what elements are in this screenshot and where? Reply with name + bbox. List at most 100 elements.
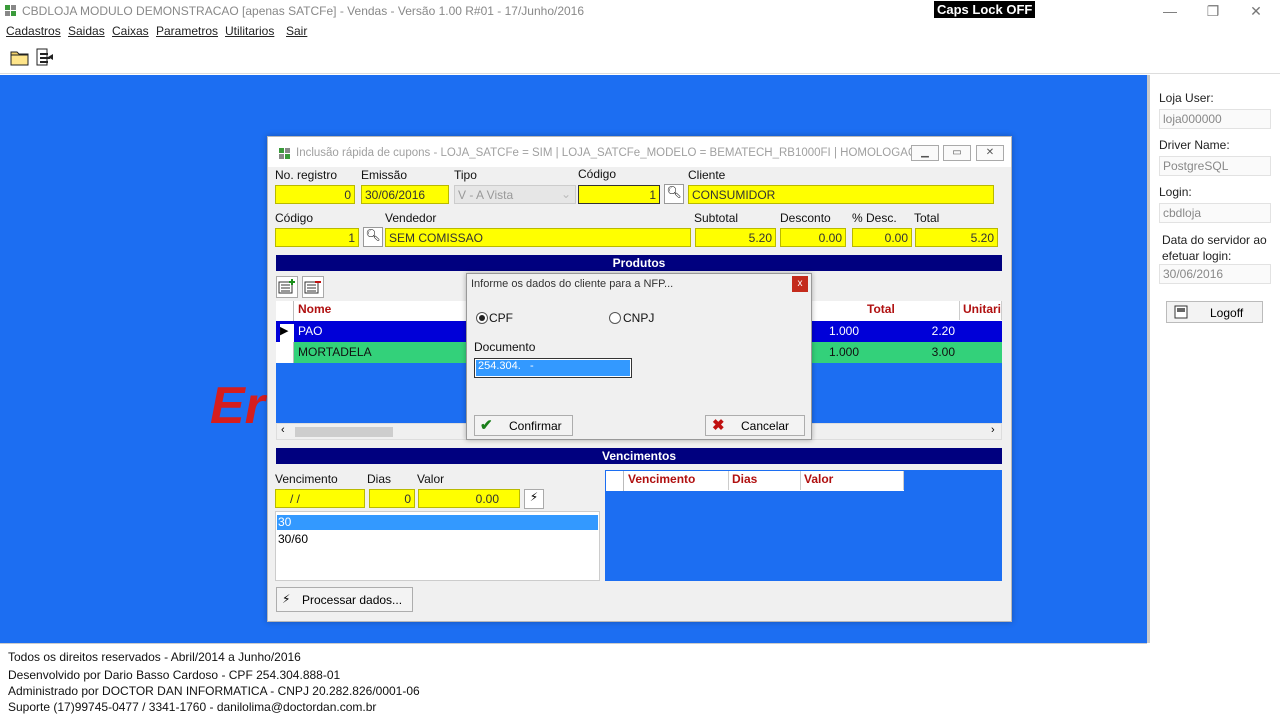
cell-qtd: 1.000 xyxy=(828,345,859,359)
row-indicator xyxy=(276,342,294,363)
processar-dados-button[interactable]: ⚡︎ Processar dados... xyxy=(276,587,413,612)
menu-bar: Cadastros Saidas Caixas Parametros Utili… xyxy=(0,22,1280,40)
percent-desc-label: % Desc. xyxy=(852,211,897,225)
scroll-left-icon[interactable]: ‹ xyxy=(281,424,285,436)
footer-line: Suporte (17)99745-0477 / 3341-1760 - dan… xyxy=(8,700,377,714)
vendedor-field[interactable]: SEM COMISSAO xyxy=(385,228,691,247)
nfp-close-button[interactable]: x xyxy=(792,276,808,292)
valor-field[interactable]: 0.00 xyxy=(418,489,520,508)
vendedor-label: Vendedor xyxy=(385,211,437,225)
no-registro-field[interactable]: 0 xyxy=(275,185,355,204)
dialog-close-button[interactable]: ✕ xyxy=(976,145,1004,161)
scroll-right-icon[interactable]: › xyxy=(991,424,995,436)
subtotal-field: 5.20 xyxy=(695,228,776,247)
documento-label: Documento xyxy=(474,340,536,354)
minimize-button[interactable]: — xyxy=(1156,2,1184,20)
dialog-minimize-button[interactable]: ▁ xyxy=(911,145,939,161)
cnpj-label: CNPJ xyxy=(623,311,655,325)
x-icon: ✖ xyxy=(712,417,725,434)
processar-dados-label: Processar dados... xyxy=(302,593,403,607)
valor-label: Valor xyxy=(417,472,445,486)
confirmar-label: Confirmar xyxy=(509,419,562,433)
exit-icon[interactable] xyxy=(34,46,56,68)
window-titlebar: CBDLOJA MODULO DEMONSTRACAO [apenas SATC… xyxy=(0,0,1280,22)
menu-cadastros[interactable]: Cadastros xyxy=(6,24,61,38)
cliente-field[interactable]: CONSUMIDOR xyxy=(688,185,994,204)
dialog-titlebar: Inclusão rápida de cupons - LOJA_SATCFe … xyxy=(268,137,1011,167)
server-date-label: Data do servidor ao efetuar login: xyxy=(1162,233,1267,263)
chevron-down-icon: ⌄ xyxy=(560,187,571,201)
codigo-cliente-label: Código xyxy=(578,167,617,181)
list-item[interactable]: 30/60 xyxy=(277,532,598,547)
list-item[interactable]: 30 xyxy=(277,515,598,530)
column-valor: Valor xyxy=(801,471,904,490)
desconto-field[interactable]: 0.00 xyxy=(780,228,846,247)
lightning-icon[interactable]: ⚡︎ xyxy=(524,489,544,509)
produtos-header: Produtos xyxy=(276,255,1002,271)
dialog-title: Inclusão rápida de cupons - LOJA_SATCFe … xyxy=(296,147,933,159)
no-registro-label: No. registro xyxy=(275,168,338,182)
close-button[interactable]: ✕ xyxy=(1242,2,1270,20)
scroll-thumb[interactable] xyxy=(295,427,393,437)
check-icon: ✔ xyxy=(480,417,493,434)
nfp-title: Informe os dados do cliente para a NFP..… xyxy=(471,278,674,290)
column-nome: Nome xyxy=(295,301,475,320)
nfp-client-dialog: Informe os dados do cliente para a NFP..… xyxy=(466,273,812,440)
add-item-icon[interactable] xyxy=(276,276,298,298)
loja-user-label: Loja User: xyxy=(1159,91,1214,105)
total-field: 5.20 xyxy=(915,228,998,247)
background-logo: Er xyxy=(210,377,265,435)
footer-line: Todos os direitos reservados - Abril/201… xyxy=(8,650,301,664)
codigo-vendedor-field[interactable]: 1 xyxy=(275,228,359,247)
menu-caixas[interactable]: Caixas xyxy=(112,24,149,38)
tipo-select[interactable]: V - A Vista ⌄ xyxy=(454,185,576,204)
menu-utilitarios[interactable]: Utilitarios xyxy=(225,24,274,38)
logoff-icon xyxy=(1174,305,1188,319)
dias-field[interactable]: 0 xyxy=(369,489,415,508)
driver-name-label: Driver Name: xyxy=(1159,138,1230,152)
vencimento-field[interactable]: / / xyxy=(275,489,365,508)
loja-user-field[interactable]: loja000000 xyxy=(1159,109,1271,129)
percent-desc-field[interactable]: 0.00 xyxy=(852,228,912,247)
cliente-label: Cliente xyxy=(688,168,726,182)
column-vencimento: Vencimento xyxy=(625,471,729,490)
total-label: Total xyxy=(914,211,940,225)
column-dias: Dias xyxy=(729,471,801,490)
vencimentos-header: Vencimentos xyxy=(276,448,1002,464)
session-panel: Loja User: loja000000 Driver Name: Postg… xyxy=(1147,75,1280,643)
menu-parametros[interactable]: Parametros xyxy=(156,24,218,38)
codigo-cliente-field[interactable]: 1 xyxy=(578,185,660,204)
row-indicator-column xyxy=(606,471,624,491)
folder-icon[interactable] xyxy=(9,46,31,68)
app-icon xyxy=(4,3,18,17)
current-row-icon: ▶ xyxy=(280,324,294,343)
emissao-field[interactable]: 30/06/2016 xyxy=(361,185,449,204)
driver-name-field[interactable]: PostgreSQL xyxy=(1159,156,1271,176)
cell-total: 3.00 xyxy=(931,345,955,359)
footer: Todos os direitos reservados - Abril/201… xyxy=(0,643,1147,720)
column-total: Total xyxy=(864,301,960,320)
cnpj-radio[interactable] xyxy=(609,312,621,324)
codigo-vendedor-label: Código xyxy=(275,211,314,225)
cell-nome: PAO xyxy=(298,324,323,338)
login-field[interactable]: cbdloja xyxy=(1159,203,1271,223)
tipo-label: Tipo xyxy=(454,168,477,182)
prazos-list: 30 30/60 xyxy=(275,511,600,581)
menu-sair[interactable]: Sair xyxy=(286,24,307,38)
vencimentos-grid: Vencimento Dias Valor xyxy=(605,470,1002,581)
menu-saidas[interactable]: Saidas xyxy=(68,24,105,38)
dialog-maximize-button[interactable]: ▭ xyxy=(943,145,971,161)
search-cliente-icon[interactable]: 🔍︎ xyxy=(664,184,684,204)
logoff-button[interactable]: Logoff xyxy=(1166,301,1263,323)
column-unitario: Unitari xyxy=(960,301,1002,320)
search-vendedor-icon[interactable]: 🔍︎ xyxy=(363,227,383,247)
confirmar-button[interactable]: ✔ Confirmar xyxy=(474,415,573,436)
documento-field[interactable]: 254.304. - xyxy=(474,358,632,378)
remove-item-icon[interactable] xyxy=(302,276,324,298)
maximize-button[interactable]: ❐ xyxy=(1199,2,1227,20)
footer-line: Desenvolvido por Dario Basso Cardoso - C… xyxy=(8,668,341,682)
dias-label: Dias xyxy=(367,472,392,486)
toolbar xyxy=(0,40,1280,74)
cpf-radio[interactable] xyxy=(476,312,488,324)
cancelar-button[interactable]: ✖ Cancelar xyxy=(705,415,805,436)
